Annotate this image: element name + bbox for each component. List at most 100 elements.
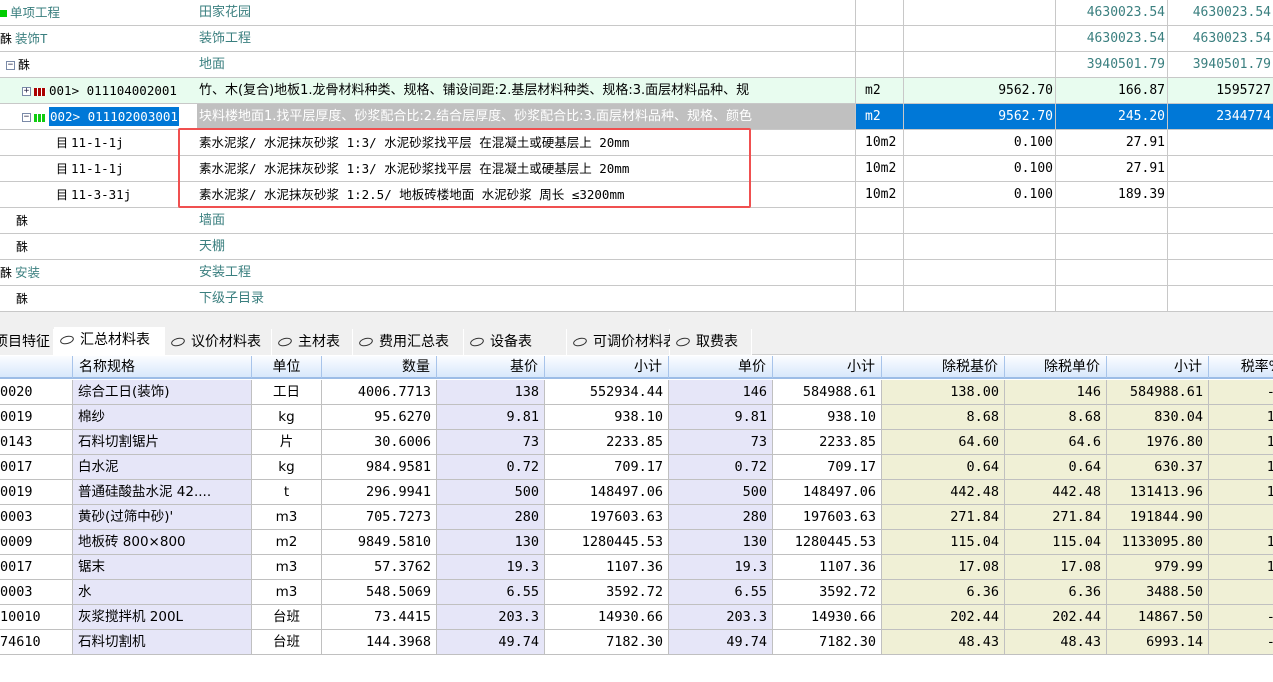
tree-row[interactable]: 目 11-1-1j 素水泥浆/ 水泥抹灰砂浆 1:3/ 水泥砂浆找平层 在混凝土或硬…	[0, 130, 1273, 156]
material-cell[interactable]: 3592.72	[545, 580, 669, 604]
material-cell[interactable]: 442.48	[882, 480, 1005, 504]
desc-cell[interactable]: 安装工程	[197, 260, 855, 285]
material-cell[interactable]: 17.08	[1005, 555, 1107, 579]
material-cell[interactable]: 3	[1209, 580, 1273, 604]
material-cell[interactable]: 64.60	[882, 430, 1005, 454]
material-cell[interactable]: 584988.61	[773, 380, 882, 404]
material-cell[interactable]: 0017	[0, 555, 73, 579]
unit-cell[interactable]	[855, 26, 903, 51]
material-cell[interactable]: 13	[1209, 455, 1273, 479]
material-cell[interactable]: 13	[1209, 530, 1273, 554]
qty-cell[interactable]	[903, 286, 1055, 311]
material-cell[interactable]: 202.44	[882, 605, 1005, 629]
unit-cell[interactable]	[855, 260, 903, 285]
tree-row[interactable]: − 002> 011102003001 块料楼地面1.找平层厚度、砂浆配合比:2.结…	[0, 104, 1273, 130]
material-cell[interactable]: 9849.5810	[322, 530, 437, 554]
material-row[interactable]: 0019 普通硅酸盐水泥 42.... t 296.9941 500 148497.06 5…	[0, 480, 1273, 505]
material-cell[interactable]: 74610	[0, 630, 73, 654]
material-cell[interactable]: 0003	[0, 505, 73, 529]
total-cell[interactable]	[1167, 286, 1273, 311]
material-cell[interactable]: 2233.85	[773, 430, 882, 454]
material-cell[interactable]: 0019	[0, 405, 73, 429]
material-cell[interactable]: 280	[437, 505, 545, 529]
material-cell[interactable]: 938.10	[773, 405, 882, 429]
unit-cell[interactable]	[855, 208, 903, 233]
material-cell[interactable]: 4006.7713	[322, 380, 437, 404]
column-header[interactable]: 小计	[545, 356, 669, 378]
desc-cell[interactable]: 田家花园	[197, 0, 855, 25]
desc-cell[interactable]: 天棚	[197, 234, 855, 259]
material-cell[interactable]: 工日	[252, 380, 322, 404]
tree-cell[interactable]: 䣷安装	[0, 260, 197, 285]
desc-cell[interactable]: 墙面	[197, 208, 855, 233]
material-cell[interactable]: 1976.80	[1107, 430, 1209, 454]
material-cell[interactable]: 115.04	[882, 530, 1005, 554]
material-cell[interactable]: 271.84	[1005, 505, 1107, 529]
qty-cell[interactable]: 0.100	[903, 182, 1055, 207]
price-cell[interactable]: 27.91	[1055, 156, 1167, 181]
material-cell[interactable]: 6.36	[882, 580, 1005, 604]
material-cell[interactable]: --	[1209, 630, 1273, 654]
column-header[interactable]: 小计	[1107, 356, 1209, 378]
material-cell[interactable]: 584988.61	[1107, 380, 1209, 404]
material-cell[interactable]: 9.81	[669, 405, 773, 429]
tree-row[interactable]: 䣷装饰T 装饰工程 4630023.54 4630023.54	[0, 26, 1273, 52]
desc-cell[interactable]: 竹、木(复合)地板1.龙骨材料种类、规格、铺设间距:2.基层材料种类、规格:3.…	[197, 78, 855, 103]
qty-cell[interactable]	[903, 208, 1055, 233]
material-cell[interactable]: 棉纱	[73, 405, 252, 429]
material-cell[interactable]: 白水泥	[73, 455, 252, 479]
material-cell[interactable]: 14930.66	[545, 605, 669, 629]
material-cell[interactable]: 10010	[0, 605, 73, 629]
material-cell[interactable]: 442.48	[1005, 480, 1107, 504]
desc-cell[interactable]: 下级子目录	[197, 286, 855, 311]
material-cell[interactable]: 6.36	[1005, 580, 1107, 604]
material-cell[interactable]: 49.74	[669, 630, 773, 654]
unit-cell[interactable]	[855, 234, 903, 259]
material-cell[interactable]: 548.5069	[322, 580, 437, 604]
material-cell[interactable]: 979.99	[1107, 555, 1209, 579]
tree-cell[interactable]: 目 11-1-1j	[0, 130, 197, 155]
material-cell[interactable]: 地板砖 800×800	[73, 530, 252, 554]
material-cell[interactable]: 131413.96	[1107, 480, 1209, 504]
tree-cell[interactable]: +001> 011104002001	[0, 78, 197, 103]
material-cell[interactable]: 普通硅酸盐水泥 42....	[73, 480, 252, 504]
material-cell[interactable]: 630.37	[1107, 455, 1209, 479]
material-cell[interactable]: m3	[252, 580, 322, 604]
total-cell[interactable]	[1167, 260, 1273, 285]
tree-row[interactable]: 䣷 墙面	[0, 208, 1273, 234]
material-cell[interactable]: 3	[1209, 505, 1273, 529]
qty-cell[interactable]: 0.100	[903, 156, 1055, 181]
material-row[interactable]: 0003 黄砂(过筛中砂)' m3 705.7273 280 197603.63 280 19…	[0, 505, 1273, 530]
material-cell[interactable]: 2233.85	[545, 430, 669, 454]
total-cell[interactable]	[1167, 182, 1273, 207]
total-cell[interactable]	[1167, 156, 1273, 181]
material-cell[interactable]: 73	[437, 430, 545, 454]
column-header[interactable]: 除税单价	[1005, 356, 1107, 378]
material-cell[interactable]: 7182.30	[773, 630, 882, 654]
material-row[interactable]: 0017 锯末 m3 57.3762 19.3 1107.36 19.3 1107.36 17.…	[0, 555, 1273, 580]
qty-cell[interactable]: 9562.70	[903, 78, 1055, 103]
material-cell[interactable]: 14930.66	[773, 605, 882, 629]
tab-7[interactable]: 取费表	[670, 329, 752, 355]
tree-cell[interactable]: 单项工程	[0, 0, 197, 25]
material-cell[interactable]: 73	[669, 430, 773, 454]
material-cell[interactable]: 709.17	[545, 455, 669, 479]
material-cell[interactable]: 13	[1209, 430, 1273, 454]
material-cell[interactable]: 1107.36	[545, 555, 669, 579]
price-cell[interactable]: 4630023.54	[1055, 26, 1167, 51]
qty-cell[interactable]	[903, 26, 1055, 51]
tab-2[interactable]: 议价材料表	[165, 329, 272, 355]
tree-cell[interactable]: 䣷装饰T	[0, 26, 197, 51]
material-cell[interactable]: kg	[252, 405, 322, 429]
material-cell[interactable]: 552934.44	[545, 380, 669, 404]
total-cell[interactable]	[1167, 234, 1273, 259]
unit-cell[interactable]: m2	[855, 78, 903, 103]
material-cell[interactable]: 1280445.53	[773, 530, 882, 554]
expand-icon[interactable]: +	[22, 87, 31, 96]
material-cell[interactable]: --	[1209, 605, 1273, 629]
unit-cell[interactable]: 10m2	[855, 182, 903, 207]
tree-row[interactable]: 䣷 下级子目录	[0, 286, 1273, 312]
tree-row[interactable]: 目 11-3-31j 素水泥浆/ 水泥抹灰砂浆 1:2.5/ 地板砖楼地面 水泥砂浆…	[0, 182, 1273, 208]
tree-row[interactable]: 单项工程 田家花园 4630023.54 4630023.54	[0, 0, 1273, 26]
price-cell[interactable]: 166.87	[1055, 78, 1167, 103]
